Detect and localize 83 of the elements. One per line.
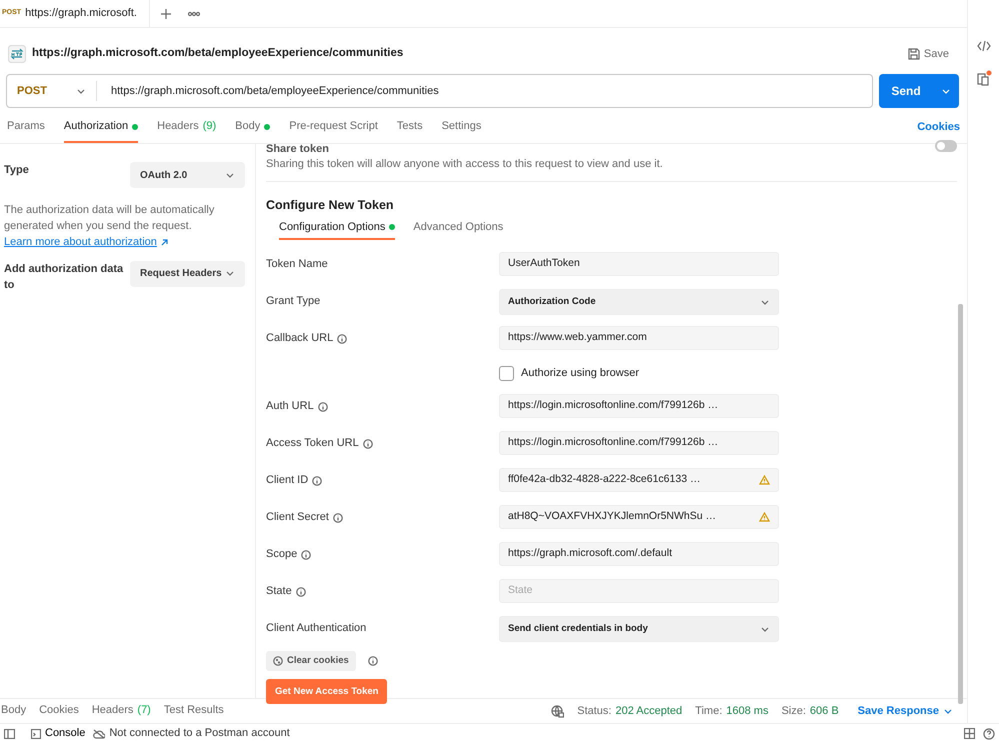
request-tab[interactable]: Params [7,112,45,143]
field-label: Callback URL [266,331,334,346]
console-button[interactable]: Console [31,725,86,742]
field-label: Scope [266,547,298,562]
cookies-link[interactable]: Cookies [917,119,960,136]
field-label: Token Name [266,257,328,272]
caret-icon [225,170,235,180]
section-title: Configure New Token [266,196,395,214]
field-label: Client Secret [266,510,329,526]
response-tab[interactable]: Cookies [39,702,79,720]
config-tab[interactable]: Advanced Options [413,216,504,240]
field-label: Add authorization data to [4,262,124,293]
request-tab[interactable]: Pre-request Script [289,112,378,143]
checkbox[interactable] [499,366,514,381]
caret-icon [76,86,86,96]
select-field[interactable]: Authorization Code [499,289,779,316]
request-tab[interactable]: Body [235,112,270,143]
cloud-off-icon [93,728,106,738]
save-response-button[interactable]: Save Response [852,702,959,720]
response-tab[interactable]: Headers (7) [92,702,151,720]
document-notification-icon[interactable] [976,70,992,86]
field-label: Grant Type [266,294,320,310]
input-field[interactable]: UserAuthToken [499,252,779,276]
more-icon[interactable] [188,10,200,16]
status-value: 202 Accepted [615,704,682,719]
input-field[interactable]: https://graph.microsoft.com/.default [499,542,779,566]
share-toggle[interactable] [935,140,957,152]
caret-icon [941,86,951,96]
get-token-button[interactable]: Get New Access Token [266,679,388,704]
share-token-description: Sharing this token will allow anyone with access to this request to view and use it. [266,157,663,172]
input-field[interactable]: atH8Q~VOAXFVHXJYKJlemnOr5NWhSu … [499,505,779,530]
status-label: Status: [577,704,612,719]
field-label: Client ID [266,473,308,488]
type-select[interactable]: OAuth 2.0 [130,162,245,188]
input-field[interactable]: https://www.web.yammer.com [499,326,779,350]
plus-icon[interactable] [160,8,172,20]
request-title: https://graph.microsoft.com/beta/employeeExperience/communities [32,46,404,62]
select-field[interactable]: Send client credentials in body [499,616,779,642]
sidebar-icon[interactable] [4,728,15,738]
help-icon[interactable] [983,728,995,740]
caret-icon [760,624,770,634]
globe-lock-icon [551,704,564,718]
size-value: 606 B [810,704,839,719]
field-label: Client Authentication [266,621,366,636]
learn-more-link[interactable]: Learn more about authorization [4,234,168,250]
input-field[interactable]: ff0fe42a-db32-4828-a222-8ce61c6133 … [499,468,779,492]
request-tab[interactable]: Settings [442,112,482,143]
tab-title: https://graph.microsoft. [25,6,137,22]
url-field[interactable]: https://graph.microsoft.com/beta/employeeExperience/communities [97,82,439,100]
caret-icon [760,298,770,307]
response-tab[interactable]: Body [1,702,26,720]
code-icon[interactable] [976,40,990,52]
info-icon [368,656,378,666]
input-field[interactable]: https://login.microsoftonline.com/f799126b … [499,431,779,456]
cookie-icon [273,656,283,666]
request-tab[interactable]: Authorization [64,112,138,143]
external-link-icon [160,238,168,246]
field-label: State [266,584,292,600]
caret-icon [943,706,953,716]
field-label: Auth URL [266,399,314,414]
request-tab[interactable]: Headers (9) [157,112,216,143]
http-icon [8,45,26,63]
config-tab[interactable]: Configuration Options [279,216,396,240]
status-label: Time: [695,704,722,719]
response-tab[interactable]: Test Results [164,702,224,720]
connection-status: Not connected to a Postman account [109,726,290,742]
status-label: Size: [781,704,806,719]
method-select[interactable]: POST [7,81,97,101]
request-tab[interactable]: Tests [396,112,423,143]
save-button[interactable]: Save [908,46,949,62]
description-text: The authorization data will be automatically generated when you send the request. [4,203,216,234]
save-icon [908,48,920,60]
input-field[interactable]: https://login.microsoftonline.com/f799126b … [499,394,779,418]
clear-cookies-button[interactable]: Clear cookies [266,651,356,672]
field-label: Type [4,163,30,178]
add-to-select[interactable]: Request Headers [130,260,245,286]
checkbox-label: Authorize using browser [521,366,640,382]
console-icon [31,728,41,738]
time-value: 1608 ms [726,704,768,719]
share-token-title: Share token [266,144,330,152]
caret-icon [225,269,235,278]
field-label: Access Token URL [266,436,359,452]
layout-icon[interactable] [964,728,975,739]
